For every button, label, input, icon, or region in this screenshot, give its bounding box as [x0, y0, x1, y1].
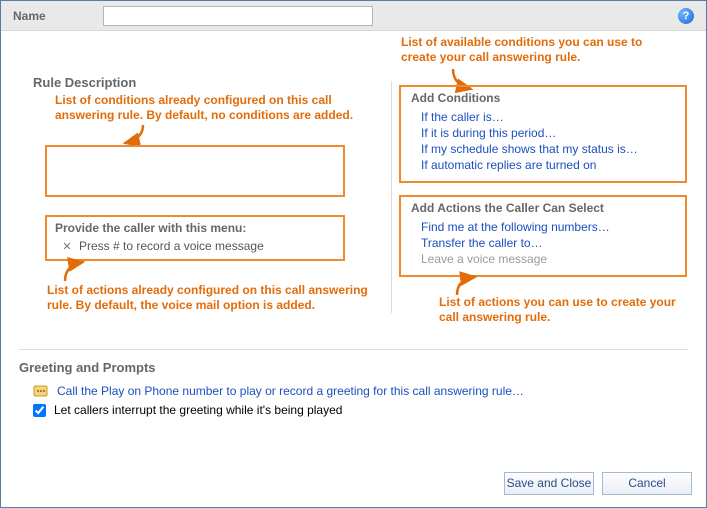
condition-if-caller-is[interactable]: If the caller is… [421, 109, 675, 125]
annotation-actions-available: List of actions you can use to create yo… [439, 295, 679, 325]
play-on-phone-link[interactable]: Call the Play on Phone number to play or… [57, 384, 524, 398]
menu-item-label: Press # to record a voice message [79, 239, 264, 253]
add-actions-box: Add Actions the Caller Can Select Find m… [399, 195, 687, 277]
annotation-conditions-configured: List of conditions already configured on… [55, 93, 355, 123]
divider [391, 81, 392, 313]
add-actions-title: Add Actions the Caller Can Select [411, 201, 675, 215]
condition-if-during-period[interactable]: If it is during this period… [421, 125, 675, 141]
rule-description-title: Rule Description [33, 75, 136, 90]
caller-menu-title: Provide the caller with this menu: [55, 221, 335, 235]
action-transfer-caller[interactable]: Transfer the caller to… [421, 235, 675, 251]
delete-icon[interactable]: ✕ [61, 240, 73, 253]
cancel-button[interactable]: Cancel [602, 472, 692, 495]
caller-menu-box: Provide the caller with this menu: ✕ Pre… [45, 215, 345, 261]
menu-item-record-voice[interactable]: ✕ Press # to record a voice message [55, 235, 335, 257]
add-conditions-title: Add Conditions [411, 91, 675, 105]
action-find-me[interactable]: Find me at the following numbers… [421, 219, 675, 235]
help-icon[interactable]: ? [678, 8, 694, 24]
interrupt-greeting-checkbox[interactable] [33, 404, 46, 417]
configured-conditions-box [45, 145, 345, 197]
action-leave-voice-message: Leave a voice message [421, 251, 675, 267]
annotation-actions-configured: List of actions already configured on th… [47, 283, 377, 313]
phone-icon [33, 383, 49, 399]
greeting-section: Greeting and Prompts Call the Play on Ph… [19, 349, 688, 419]
condition-if-status[interactable]: If my schedule shows that my status is… [421, 141, 675, 157]
add-conditions-box: Add Conditions If the caller is… If it i… [399, 85, 687, 183]
annotation-conditions-available: List of available conditions you can use… [401, 35, 671, 65]
interrupt-greeting-label: Let callers interrupt the greeting while… [54, 403, 342, 417]
save-and-close-button[interactable]: Save and Close [504, 472, 594, 495]
greeting-title: Greeting and Prompts [19, 360, 688, 375]
name-label: Name [13, 9, 103, 23]
name-input[interactable] [103, 6, 373, 26]
condition-if-auto-replies[interactable]: If automatic replies are turned on [421, 157, 675, 173]
